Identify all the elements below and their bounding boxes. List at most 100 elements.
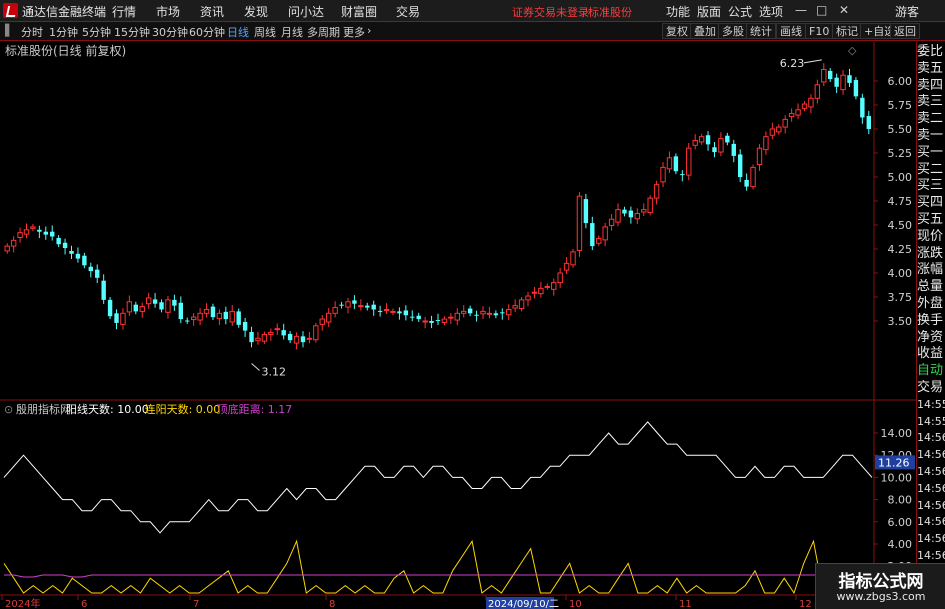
menu-news[interactable]: 资讯 <box>200 3 224 20</box>
side-item[interactable]: 自动 <box>917 363 945 380</box>
side-item[interactable]: 卖一 <box>917 128 945 145</box>
side-item[interactable]: 14:56 <box>917 481 945 498</box>
menu-functions[interactable]: 功能 <box>666 3 690 20</box>
candle-body <box>467 308 473 314</box>
menu-fortune[interactable]: 财富圈 <box>341 3 377 20</box>
tab-monthly[interactable]: 月线 <box>281 24 303 40</box>
tab-intraday[interactable]: 分时 <box>21 24 43 40</box>
back-button[interactable]: 返回 <box>890 23 920 39</box>
candle-body <box>210 306 216 318</box>
candle-body <box>531 291 538 294</box>
minimize-icon[interactable]: — <box>795 3 807 17</box>
candle-body <box>576 195 583 251</box>
side-item[interactable]: 买三 <box>917 178 945 195</box>
side-item[interactable]: 涨跌 <box>917 246 945 263</box>
indicator-value-0: 阳线天数: 10.00 <box>66 402 149 416</box>
close-icon[interactable]: ✕ <box>839 3 849 17</box>
side-item[interactable]: 交易 <box>917 380 945 397</box>
mark-button[interactable]: 标记 <box>832 23 862 39</box>
candle-body <box>608 218 615 226</box>
tab-60min[interactable]: 60分钟 <box>189 24 225 40</box>
side-item[interactable]: 卖五 <box>917 61 945 78</box>
candle-body <box>500 312 505 314</box>
side-item[interactable]: 14:56 <box>917 464 945 481</box>
menu-layout[interactable]: 版面 <box>697 3 721 20</box>
candle-body <box>512 305 518 309</box>
tab-15min[interactable]: 15分钟 <box>114 24 150 40</box>
maximize-icon[interactable]: □ <box>816 3 827 17</box>
candle-body <box>551 282 557 290</box>
tab-multi-period[interactable]: 多周期 <box>307 24 340 40</box>
candle-body <box>383 308 390 311</box>
side-item[interactable]: 14:56 <box>917 430 945 447</box>
candle-body <box>698 136 705 143</box>
side-item[interactable]: 现价 <box>917 229 945 246</box>
menu-quotes[interactable]: 行情 <box>112 3 136 20</box>
menu-trade[interactable]: 交易 <box>396 3 420 20</box>
candle-body <box>185 320 190 322</box>
side-item[interactable]: 卖四 <box>917 78 945 95</box>
side-item[interactable]: 买一 <box>917 145 945 162</box>
candle-body <box>313 325 319 341</box>
chart-area[interactable]: 标准股份(日线 前复权) ◇ 6.00 5.75 5.50 5.25 5.00 4.75 4.5… <box>0 42 916 609</box>
candle-body <box>377 310 383 312</box>
side-item[interactable]: 买二 <box>917 162 945 179</box>
candle-body <box>769 128 776 136</box>
side-item[interactable]: 买五 <box>917 212 945 229</box>
side-item[interactable]: 收益 <box>917 346 945 363</box>
side-item[interactable]: 14:55 <box>917 414 945 431</box>
candle-body <box>293 335 300 344</box>
price-tick-label: 5.00 <box>888 171 913 184</box>
chevron-right-icon[interactable]: › <box>367 24 371 37</box>
side-item[interactable]: 14:56 <box>917 514 945 531</box>
side-item[interactable]: 卖三 <box>917 94 945 111</box>
menu-discover[interactable]: 发现 <box>244 3 268 20</box>
login-warning[interactable]: 证券交易未登录 <box>512 4 589 20</box>
side-item[interactable]: 14:55 <box>917 397 945 414</box>
f10-button[interactable]: F10 <box>805 23 834 39</box>
candle-body <box>422 320 428 323</box>
menu-market[interactable]: 市场 <box>156 3 180 20</box>
tab-more[interactable]: 更多 <box>343 24 365 40</box>
tab-weekly[interactable]: 周线 <box>254 24 276 40</box>
side-item[interactable]: 委比 <box>917 44 945 61</box>
date-cursor-label: 2024/09/10/二 <box>488 599 559 609</box>
indicator-tick-label: 10.00 <box>881 471 913 484</box>
side-item[interactable]: 14:56 <box>917 498 945 515</box>
candle-body <box>30 226 36 229</box>
overlay-button[interactable]: 叠加 <box>690 23 720 39</box>
candle-body <box>737 154 743 177</box>
tab-daily[interactable]: 日线 <box>227 24 249 40</box>
side-item[interactable]: 总量 <box>917 279 945 296</box>
price-tick-label: 5.25 <box>888 147 913 160</box>
side-item[interactable]: 换手 <box>917 313 945 330</box>
side-item[interactable]: 买四 <box>917 195 945 212</box>
side-item[interactable]: 净资 <box>917 330 945 347</box>
indicator-tick-label: 14.00 <box>881 427 913 440</box>
draw-line-button[interactable]: 画线 <box>776 23 806 39</box>
restore-rights-button[interactable]: 复权 <box>662 23 692 39</box>
kline-chart[interactable]: 标准股份(日线 前复权) ◇ 6.00 5.75 5.50 5.25 5.00 4.75 4.5… <box>0 42 916 609</box>
candle-body <box>692 140 698 146</box>
side-item[interactable]: 14:56 <box>917 447 945 464</box>
side-item[interactable]: 外盘 <box>917 296 945 313</box>
candle-body <box>300 336 306 343</box>
tab-5min[interactable]: 5分钟 <box>82 24 111 40</box>
side-item[interactable]: 卖二 <box>917 111 945 128</box>
candle-body <box>596 237 602 244</box>
candle-body <box>43 231 48 235</box>
guest-label[interactable]: 游客 <box>895 3 919 20</box>
tab-1min[interactable]: 1分钟 <box>49 24 78 40</box>
multi-stock-button[interactable]: 多股 <box>718 23 748 39</box>
statistics-button[interactable]: 统计 <box>746 23 776 39</box>
high-pointer <box>803 59 822 64</box>
side-item[interactable]: 14:56 <box>917 531 945 548</box>
candle-body <box>69 250 74 254</box>
menu-formula[interactable]: 公式 <box>728 3 752 20</box>
candle-body <box>808 97 814 108</box>
menu-ask[interactable]: 问小达 <box>288 3 324 20</box>
menu-options[interactable]: 选项 <box>759 3 783 20</box>
tab-30min[interactable]: 30分钟 <box>152 24 188 40</box>
side-item[interactable]: 涨幅 <box>917 262 945 279</box>
candle-body <box>666 157 673 170</box>
